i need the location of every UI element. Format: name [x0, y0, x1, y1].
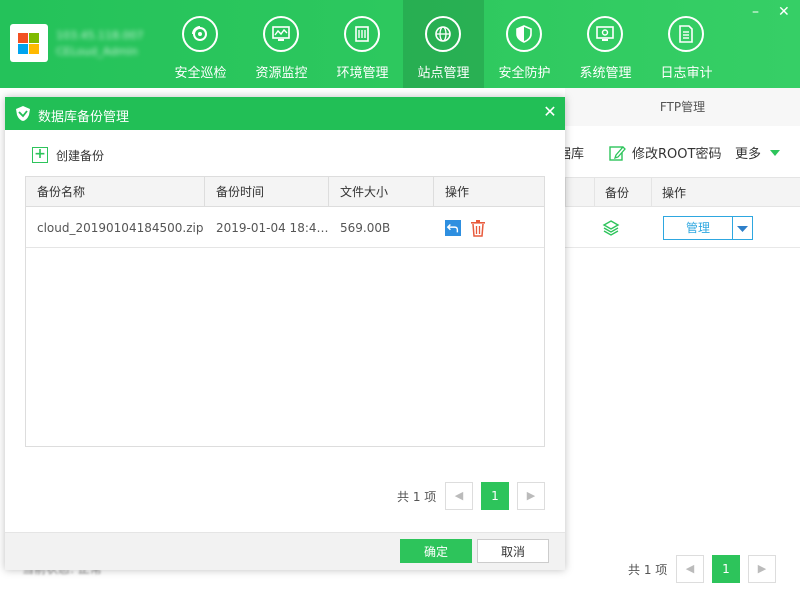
server-rack-icon	[344, 16, 380, 52]
col-file-size[interactable]: 文件大小	[329, 177, 434, 207]
nav-item-security-protection[interactable]: 安全防护	[484, 0, 565, 88]
edit-icon	[609, 145, 626, 161]
file-size-cell: 569.00B	[340, 221, 391, 235]
nav-label: 环境管理	[336, 66, 389, 81]
tab-ftp-management[interactable]: FTP管理	[565, 88, 800, 126]
nav-item-security-scan[interactable]: 安全巡检	[160, 0, 241, 88]
backup-time-cell: 2019-01-04 18:45:00	[216, 221, 329, 235]
scan-icon	[182, 16, 218, 52]
confirm-button[interactable]: 确定	[400, 539, 472, 563]
window-close-icon[interactable]: ✕	[778, 4, 790, 20]
nav-item-site-management[interactable]: 站点管理	[403, 0, 484, 88]
background-col-backup: 备份	[594, 177, 652, 207]
nav-label: 安全巡检	[174, 66, 227, 81]
shield-icon	[506, 16, 542, 52]
nav-label: 站点管理	[417, 66, 470, 81]
background-pager-page[interactable]: 1	[712, 555, 740, 583]
col-backup-name[interactable]: 备份名称	[26, 177, 205, 207]
col-actions: 操作	[445, 185, 470, 199]
dialog-pager-next[interactable]: ▶	[517, 482, 545, 510]
server-info: 103.45.118.007 CELoud_Admin	[56, 28, 143, 60]
layers-icon[interactable]	[602, 219, 620, 237]
main-nav: 安全巡检 资源监控 环境管理 站点管理 安全防护 系统管理 日志审计	[160, 0, 727, 88]
dialog-pager-prev[interactable]: ◀	[445, 482, 473, 510]
more-dropdown[interactable]: 更多	[735, 143, 781, 162]
backup-management-dialog: 数据库备份管理 ✕ + 创建备份 备份名称 备份时间 文件大小 操作 cloud…	[5, 97, 565, 570]
gear-monitor-icon	[587, 16, 623, 52]
server-ip: 103.45.118.007	[56, 29, 144, 42]
nav-item-log-audit[interactable]: 日志审计	[646, 0, 727, 88]
background-row-divider	[565, 247, 800, 248]
dialog-title-bar: 数据库备份管理 ✕	[5, 97, 565, 130]
cancel-button[interactable]: 取消	[477, 539, 549, 563]
plus-icon: +	[32, 147, 48, 163]
caret-down-icon	[770, 149, 781, 156]
nav-item-system-management[interactable]: 系统管理	[565, 0, 646, 88]
monitor-chart-icon	[263, 16, 299, 52]
nav-label: 安全防护	[498, 66, 551, 81]
document-icon	[668, 16, 704, 52]
backup-name-cell: cloud_20190104184500.zip	[37, 221, 204, 235]
nav-label: 系统管理	[579, 66, 632, 81]
col-backup-time[interactable]: 备份时间	[205, 177, 329, 207]
background-pager-prev[interactable]: ◀	[676, 555, 704, 583]
minimize-icon[interactable]: –	[752, 4, 759, 20]
modify-root-label: 修改ROOT密码	[632, 147, 722, 162]
manage-button[interactable]: 管理	[663, 216, 733, 240]
server-user: CELoud_Admin	[56, 45, 138, 58]
create-backup-label: 创建备份	[56, 148, 105, 163]
create-backup-button[interactable]: + 创建备份	[32, 146, 104, 164]
app-logo	[10, 24, 48, 62]
restore-icon[interactable]	[445, 220, 461, 236]
caret-down-icon	[737, 226, 748, 232]
delete-icon[interactable]	[470, 219, 486, 237]
background-header-cell	[565, 177, 595, 207]
background-pager-total: 共 1 项	[628, 563, 668, 577]
dialog-close-icon[interactable]: ✕	[541, 103, 559, 121]
modify-root-password-button[interactable]: 修改ROOT密码	[608, 143, 721, 162]
app-header: 103.45.118.007 CELoud_Admin 安全巡检 资源监控 环境…	[0, 0, 800, 88]
nav-label: 资源监控	[255, 66, 308, 81]
nav-label: 日志审计	[660, 66, 713, 81]
backup-table: 备份名称 备份时间 文件大小 操作 cloud_20190104184500.z…	[25, 176, 545, 447]
background-col-action: 操作	[651, 177, 800, 207]
table-header: 备份名称 备份时间 文件大小 操作	[26, 177, 544, 207]
dialog-pager-page[interactable]: 1	[481, 482, 509, 510]
dialog-logo-icon	[16, 106, 30, 121]
background-pager-next[interactable]: ▶	[748, 555, 776, 583]
nav-item-resource-monitor[interactable]: 资源监控	[241, 0, 322, 88]
table-row: cloud_20190104184500.zip 2019-01-04 18:4…	[26, 208, 544, 248]
dialog-footer: 确定 取消	[5, 532, 565, 570]
nav-item-environment[interactable]: 环境管理	[322, 0, 403, 88]
dialog-pager-total: 共 1 项	[397, 490, 437, 504]
manage-dropdown-toggle[interactable]	[732, 216, 753, 240]
dialog-title: 数据库备份管理	[38, 110, 130, 125]
globe-icon	[425, 16, 461, 52]
more-label: 更多	[735, 147, 762, 162]
